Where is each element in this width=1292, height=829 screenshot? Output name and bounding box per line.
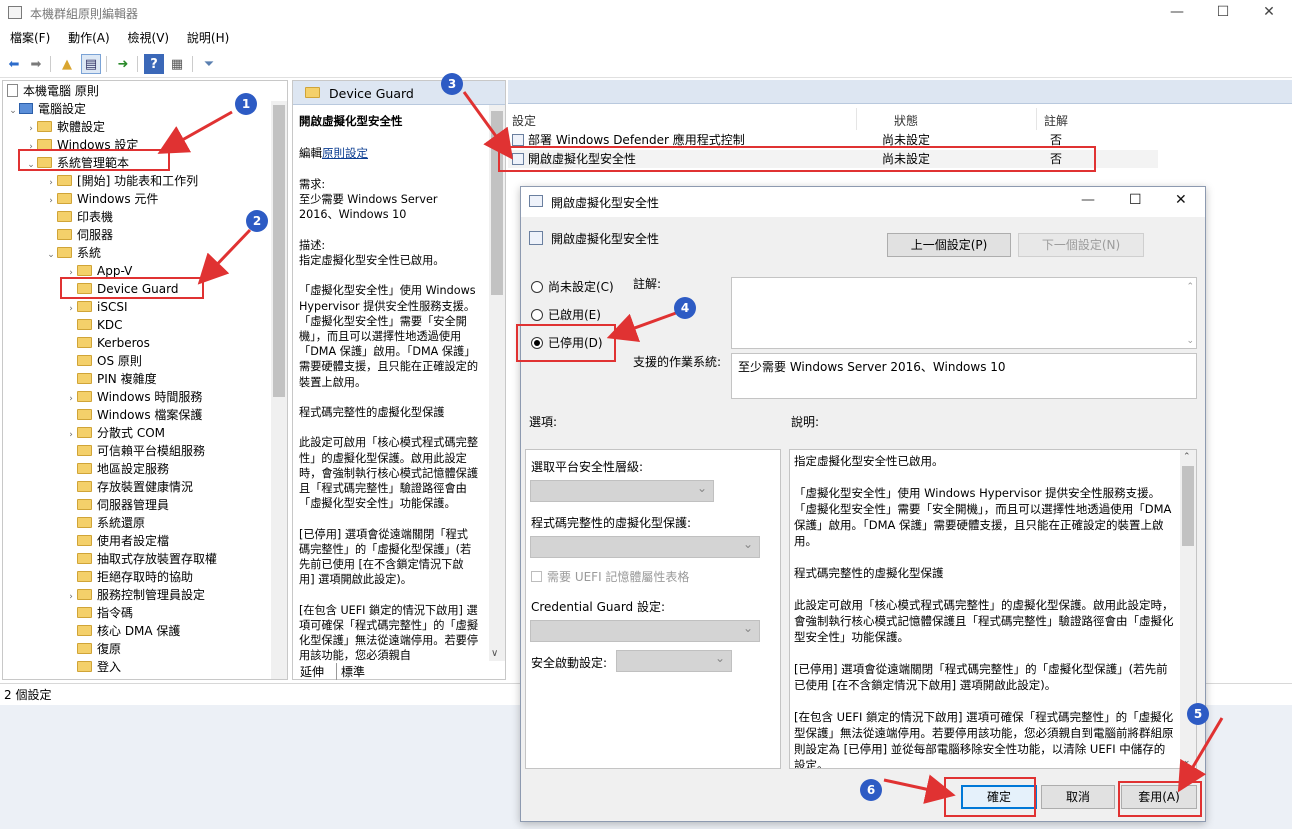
- arrow-1: [157, 110, 233, 154]
- arrow-6: [883, 774, 956, 804]
- arrow-5: [1177, 717, 1224, 793]
- step-badge-3: 3: [441, 73, 463, 95]
- arrow-3: [462, 91, 514, 160]
- step-badge-5: 5: [1187, 703, 1209, 725]
- arrow-2: [197, 228, 252, 285]
- step-badge-1: 1: [235, 93, 257, 115]
- step-badge-4: 4: [674, 297, 696, 319]
- step-badge-6: 6: [860, 779, 882, 801]
- annotation-arrows: [157, 91, 1224, 804]
- step-badge-2: 2: [246, 210, 268, 232]
- arrow-4: [606, 311, 677, 342]
